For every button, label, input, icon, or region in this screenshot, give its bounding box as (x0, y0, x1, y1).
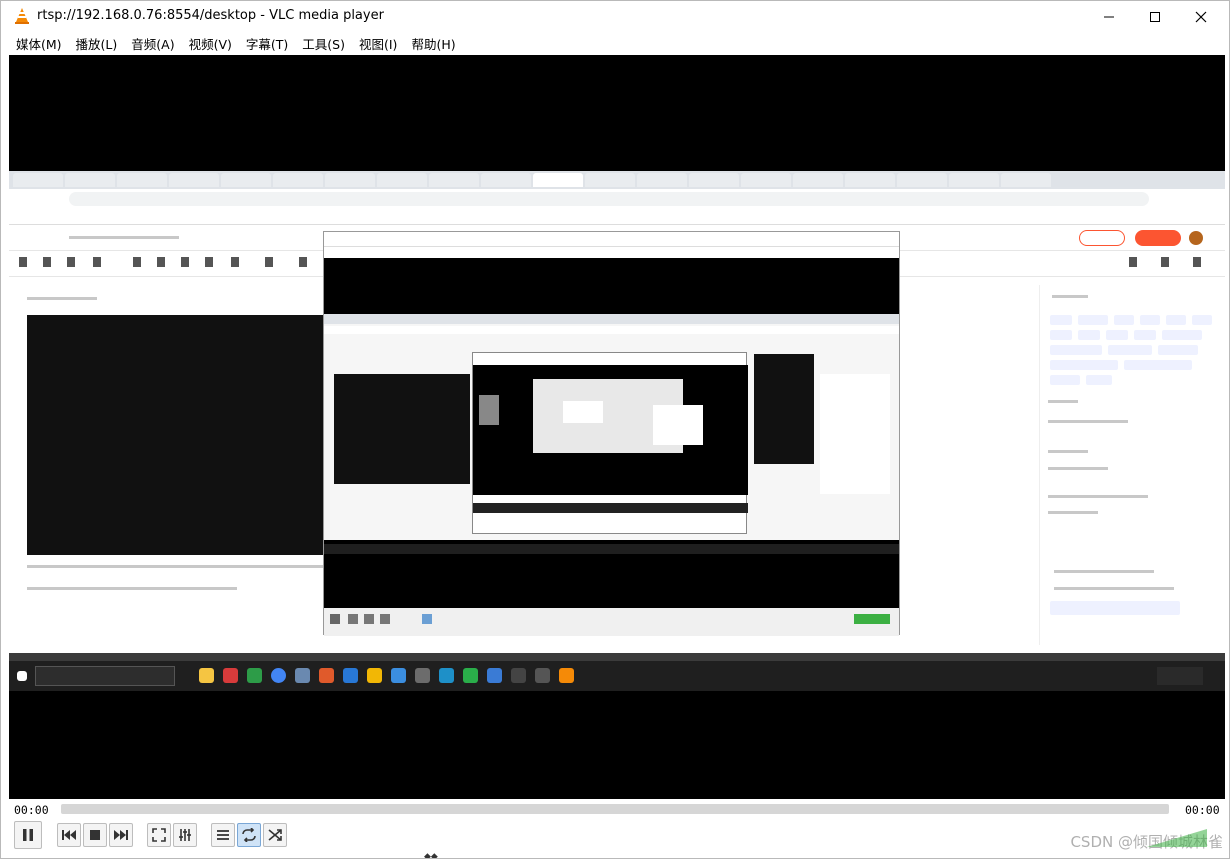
window-title: rtsp://192.168.0.76:8554/desktop - VLC m… (37, 8, 384, 23)
menu-video[interactable]: 视频(V) (189, 34, 232, 53)
playback-controls: 00:00 00:00 CSDN @倾国倾城林雀 (1, 799, 1229, 858)
loop-icon (242, 828, 256, 842)
total-time: 00:00 (1185, 803, 1220, 817)
pause-icon (23, 829, 33, 841)
video-output[interactable] (9, 55, 1225, 799)
skip-next-icon (114, 830, 128, 840)
stream-editor-statusbar (9, 653, 1225, 661)
seek-slider[interactable] (61, 804, 1169, 814)
playlist-icon (217, 830, 229, 840)
maximize-button[interactable] (1132, 1, 1178, 32)
loop-button[interactable] (237, 823, 261, 847)
vlc-window: rtsp://192.168.0.76:8554/desktop - VLC m… (0, 0, 1230, 859)
stream-bookmarks-bar (9, 209, 1225, 225)
menu-subtitle[interactable]: 字幕(T) (246, 34, 288, 53)
menu-media[interactable]: 媒体(M) (16, 34, 62, 53)
volume-slider[interactable] (1147, 829, 1207, 847)
menu-view[interactable]: 视图(I) (359, 34, 397, 53)
extended-settings-button[interactable] (173, 823, 197, 847)
stream-taskbar (9, 661, 1225, 691)
fullscreen-button[interactable] (147, 823, 171, 847)
shuffle-button[interactable] (263, 823, 287, 847)
title-bar[interactable]: rtsp://192.168.0.76:8554/desktop - VLC m… (1, 1, 1229, 32)
menu-tools[interactable]: 工具(S) (302, 34, 345, 53)
minimize-icon (1104, 16, 1114, 17)
fullscreen-icon (152, 828, 166, 842)
stream-address-bar (9, 189, 1225, 209)
menu-playback[interactable]: 播放(L) (76, 34, 118, 53)
playlist-button[interactable] (211, 823, 235, 847)
resize-grip-icon[interactable]: ◆◆ (424, 852, 438, 858)
maximize-icon (1150, 11, 1160, 22)
stop-icon (90, 830, 100, 840)
previous-button[interactable] (57, 823, 81, 847)
menu-audio[interactable]: 音频(A) (131, 34, 174, 53)
shuffle-icon (268, 829, 282, 841)
equalizer-icon (179, 829, 191, 841)
pause-button[interactable] (14, 821, 42, 849)
close-icon (1195, 11, 1207, 22)
next-button[interactable] (109, 823, 133, 847)
vlc-cone-icon (15, 8, 29, 24)
stream-inner-player (323, 231, 900, 636)
stop-button[interactable] (83, 823, 107, 847)
menu-bar: 媒体(M) 播放(L) 音频(A) 视频(V) 字幕(T) 工具(S) 视图(I… (1, 32, 1229, 55)
stream-browser-tabs (9, 171, 1225, 189)
skip-previous-icon (62, 830, 76, 840)
close-button[interactable] (1178, 1, 1224, 32)
elapsed-time: 00:00 (14, 803, 49, 817)
minimize-button[interactable] (1086, 1, 1132, 32)
menu-help[interactable]: 帮助(H) (411, 34, 455, 53)
